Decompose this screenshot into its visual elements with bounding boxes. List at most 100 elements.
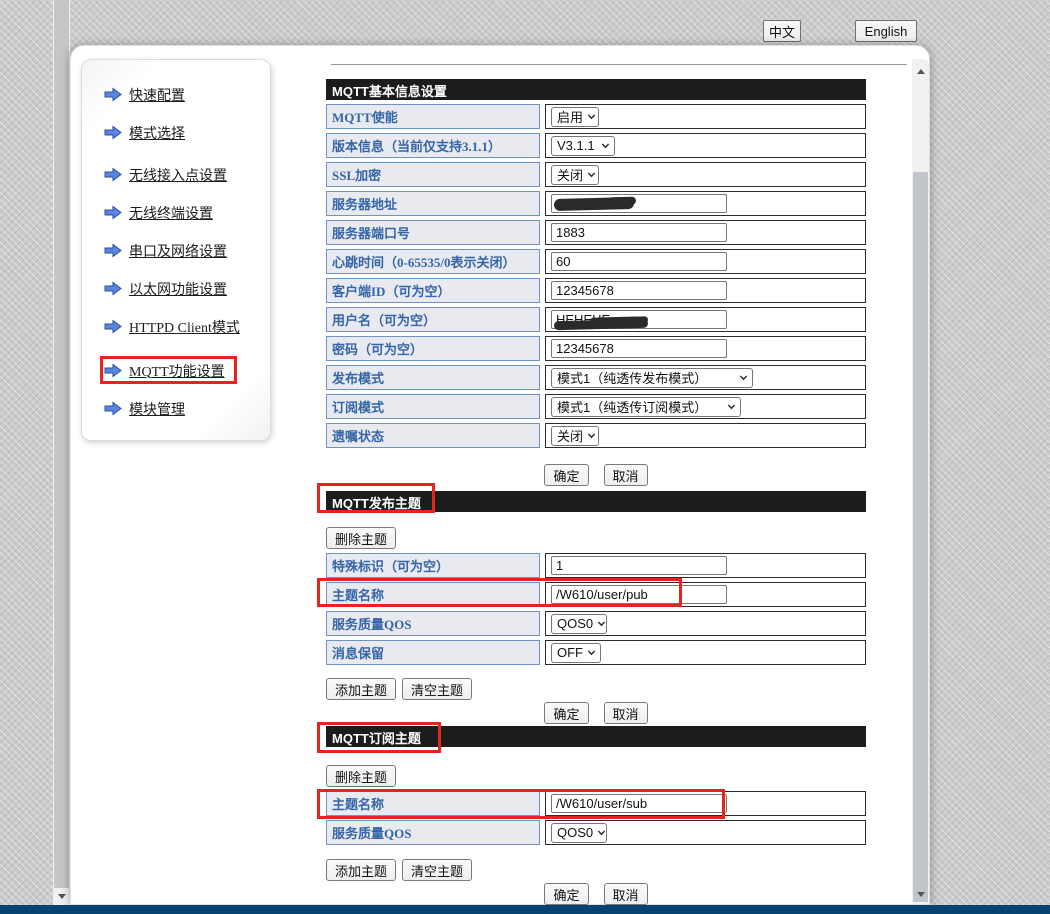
publish-ok-button[interactable]: 确定: [544, 702, 588, 724]
sidebar-item-quick-config[interactable]: 快速配置: [104, 84, 260, 105]
server-port-input[interactable]: [551, 223, 727, 242]
table-row: SSL加密 关闭: [326, 162, 866, 187]
sidebar-item-mqtt-settings[interactable]: MQTT功能设置: [104, 360, 260, 381]
table-row: 服务器地址: [326, 191, 866, 216]
subscribe-delete-topic-button[interactable]: 删除主题: [326, 765, 396, 787]
field-label: 主题名称: [326, 791, 540, 816]
subscribe-topic-input[interactable]: [551, 794, 727, 813]
content-panel: 快速配置 模式选择 无线接入点设置 无线终端设置 串口及网络设置 以太网功能设置…: [70, 45, 930, 905]
left-scrollbar[interactable]: [53, 0, 70, 905]
arrow-right-icon: [104, 205, 122, 220]
mqtt-enable-select[interactable]: 启用: [551, 107, 599, 127]
subscribe-mode-select[interactable]: 模式1（纯透传订阅模式）: [551, 397, 741, 417]
chinese-language-button[interactable]: 中文: [763, 20, 801, 42]
arrow-right-icon: [104, 319, 122, 334]
field-label: 服务质量QOS: [326, 611, 540, 636]
arrow-right-icon: [104, 87, 122, 102]
table-row: 版本信息（当前仅支持3.1.1） V3.1.1: [326, 133, 866, 158]
chevron-down-icon: [740, 372, 747, 379]
top-divider: [331, 64, 907, 65]
publish-add-topic-button[interactable]: 添加主题: [326, 678, 396, 700]
field-label: 服务器地址: [326, 191, 540, 216]
sidebar-item-serial-network[interactable]: 串口及网络设置: [104, 240, 260, 261]
table-row: 发布模式 模式1（纯透传发布模式）: [326, 365, 866, 390]
chevron-down-icon: [588, 647, 595, 654]
field-label: 心跳时间（0-65535/0表示关闭）: [326, 249, 540, 274]
field-label: 服务质量QOS: [326, 820, 540, 845]
password-input[interactable]: [551, 339, 727, 358]
table-row: 服务质量QOS QOS0: [326, 611, 866, 636]
scroll-up-arrow-icon[interactable]: [912, 63, 929, 79]
subscribe-add-topic-button[interactable]: 添加主题: [326, 859, 396, 881]
field-label: SSL加密: [326, 162, 540, 187]
sidebar-link[interactable]: 无线终端设置: [129, 203, 213, 223]
special-id-input[interactable]: [551, 556, 727, 575]
sidebar-item-wireless-ap[interactable]: 无线接入点设置: [104, 164, 260, 185]
field-label: 订阅模式: [326, 394, 540, 419]
subscribe-cancel-button[interactable]: 取消: [604, 883, 648, 905]
sidebar-item-mode-select[interactable]: 模式选择: [104, 122, 260, 143]
publish-delete-topic-button[interactable]: 删除主题: [326, 527, 396, 549]
chevron-down-icon: [588, 430, 595, 437]
sidebar-item-module-management[interactable]: 模块管理: [104, 398, 260, 419]
english-language-button[interactable]: English: [855, 20, 917, 42]
publish-section-header: MQTT发布主题: [326, 491, 866, 512]
table-row: 心跳时间（0-65535/0表示关闭）: [326, 249, 866, 274]
sidebar-link[interactable]: 模式选择: [129, 123, 185, 143]
arrow-right-icon: [104, 243, 122, 258]
field-label: 版本信息（当前仅支持3.1.1）: [326, 133, 540, 158]
basic-section-header: MQTT基本信息设置: [326, 79, 866, 100]
sidebar-link[interactable]: 以太网功能设置: [129, 279, 227, 299]
sidebar-link[interactable]: 模块管理: [129, 399, 185, 419]
publish-mode-select[interactable]: 模式1（纯透传发布模式）: [551, 368, 753, 388]
scroll-down-arrow-icon[interactable]: [53, 888, 70, 904]
client-id-input[interactable]: [551, 281, 727, 300]
subscribe-ok-button[interactable]: 确定: [544, 883, 588, 905]
publish-topic-input[interactable]: [551, 585, 727, 604]
field-label: 主题名称: [326, 582, 540, 607]
field-label: 服务器端口号: [326, 220, 540, 245]
left-scrollbar-thumb[interactable]: [54, 0, 69, 888]
table-row: 主题名称: [326, 791, 866, 816]
publish-qos-select[interactable]: QOS0: [551, 614, 607, 634]
field-label: 发布模式: [326, 365, 540, 390]
table-row: MQTT使能 启用: [326, 104, 866, 129]
retain-select[interactable]: OFF: [551, 643, 601, 663]
table-row: 订阅模式 模式1（纯透传订阅模式）: [326, 394, 866, 419]
sidebar-item-httpd-client[interactable]: HTTPD Client模式: [104, 316, 260, 337]
scroll-down-arrow-icon[interactable]: [912, 886, 929, 902]
field-label: 客户端ID（可为空）: [326, 278, 540, 303]
table-row: 服务质量QOS QOS0: [326, 820, 866, 845]
content-scrollbar-thumb[interactable]: [913, 172, 928, 902]
basic-settings-table: MQTT使能 启用 版本信息（当前仅支持3.1.1） V3.1.1 SSL加密 …: [326, 104, 866, 448]
table-row: 用户名（可为空）: [326, 307, 866, 332]
footer-bar: [0, 905, 1050, 914]
table-row: 密码（可为空）: [326, 336, 866, 361]
will-state-select[interactable]: 关闭: [551, 426, 599, 446]
publish-cancel-button[interactable]: 取消: [604, 702, 648, 724]
version-select[interactable]: V3.1.1: [551, 136, 615, 156]
basic-cancel-button[interactable]: 取消: [604, 464, 648, 486]
table-row: 主题名称: [326, 582, 866, 607]
field-label: 特殊标识（可为空）: [326, 553, 540, 578]
sidebar-link[interactable]: 快速配置: [129, 85, 185, 105]
field-label: 消息保留: [326, 640, 540, 665]
redaction-scribble: [608, 197, 636, 206]
sidebar-link[interactable]: HTTPD Client模式: [129, 317, 240, 337]
content-scrollbar[interactable]: [912, 59, 929, 904]
sidebar-item-wireless-terminal[interactable]: 无线终端设置: [104, 202, 260, 223]
subscribe-qos-select[interactable]: QOS0: [551, 823, 607, 843]
heartbeat-input[interactable]: [551, 252, 727, 271]
sidebar-item-ethernet[interactable]: 以太网功能设置: [104, 278, 260, 299]
ssl-select[interactable]: 关闭: [551, 165, 599, 185]
basic-ok-button[interactable]: 确定: [544, 464, 588, 486]
table-row: 特殊标识（可为空）: [326, 553, 866, 578]
sidebar-link[interactable]: MQTT功能设置: [129, 361, 225, 381]
table-row: 客户端ID（可为空）: [326, 278, 866, 303]
subscribe-clear-topic-button[interactable]: 清空主题: [402, 859, 472, 881]
arrow-right-icon: [104, 281, 122, 296]
field-label: MQTT使能: [326, 104, 540, 129]
sidebar-link[interactable]: 无线接入点设置: [129, 165, 227, 185]
publish-clear-topic-button[interactable]: 清空主题: [402, 678, 472, 700]
sidebar-link[interactable]: 串口及网络设置: [129, 241, 227, 261]
